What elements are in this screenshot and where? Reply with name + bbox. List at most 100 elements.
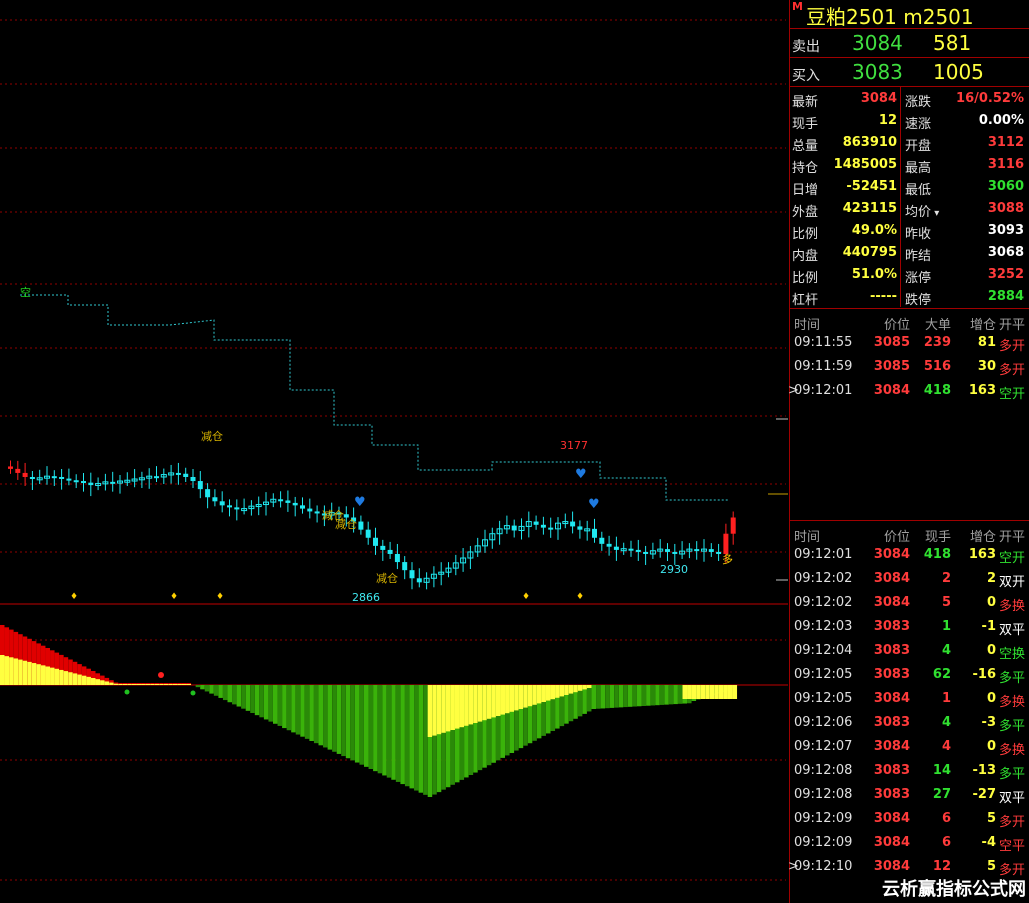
osc-bar-down xyxy=(222,685,228,701)
dropdown-caret-icon[interactable]: ▾ xyxy=(931,208,939,219)
candle-body xyxy=(285,500,291,503)
row-type: 多换 xyxy=(998,695,1025,710)
osc-bar-up xyxy=(159,684,164,685)
candle-body xyxy=(307,508,313,512)
candle-body xyxy=(723,533,729,554)
row-volume: 6 xyxy=(941,811,951,826)
row-price: 3084 xyxy=(873,547,910,562)
heart-icon: ♥ xyxy=(588,497,600,512)
stat-value: 3084 xyxy=(860,91,897,106)
instrument-title[interactable]: 豆粕2501 m2501 xyxy=(806,1,974,30)
candle-body xyxy=(402,562,408,571)
osc-bar-down xyxy=(614,685,619,708)
signal-diamond: ♦ xyxy=(170,592,178,602)
table-row[interactable]: 09:12:05 3083 62 -16 多平 xyxy=(790,663,1029,687)
market-flag: M xyxy=(792,0,803,13)
candle-body xyxy=(628,548,634,551)
osc-bar-down xyxy=(386,685,392,778)
row-volume: 4 xyxy=(941,643,951,658)
osc-bar-down xyxy=(477,685,483,722)
low-price-label: 2930 xyxy=(660,563,688,576)
osc-bar-down xyxy=(336,685,342,754)
high-price-label: 3177 xyxy=(560,439,588,452)
osc-bar-down xyxy=(582,685,587,690)
osc-bar-down xyxy=(664,685,669,705)
row-volume: 418 xyxy=(923,547,951,562)
sell-label: 卖出 xyxy=(792,39,820,55)
osc-bar-down xyxy=(573,685,578,693)
osc-bar-down xyxy=(700,685,706,699)
osc-bar-down xyxy=(687,685,692,699)
row-time: 09:12:06 xyxy=(794,715,853,730)
row-time: 09:12:09 xyxy=(794,835,853,850)
candle-body xyxy=(51,476,57,479)
stat-row: 比例 51.0% 涨停 3252 xyxy=(790,264,1029,286)
stat-label: 比例 xyxy=(792,271,819,286)
signal-dot xyxy=(190,690,196,696)
stat-value: 3088 xyxy=(987,201,1024,216)
table-row[interactable]: 09:11:55 3085 239 81 多开 xyxy=(790,331,1029,355)
stat-row: 总量 863910 开盘 3112 xyxy=(790,132,1029,154)
osc-bar-up xyxy=(122,684,128,685)
candlestick-chart-area[interactable]: ♦ ♦ ♦ ♦ ♦ 空减仓 减仓 减仓 减仓 3177 2866 2930 多 ♥ ♥ ♥ xyxy=(0,0,788,903)
signal-diamond: ♦ xyxy=(216,592,224,602)
candle-body xyxy=(613,546,619,550)
row-increase: 0 xyxy=(986,739,996,754)
row-increase: 81 xyxy=(977,335,996,350)
stat-value: 16/0.52% xyxy=(956,91,1024,106)
candle-body xyxy=(694,549,700,552)
osc-bar-down xyxy=(618,685,624,708)
table-row[interactable]: 09:12:08 3083 14 -13 多平 xyxy=(790,759,1029,783)
row-type: 多平 xyxy=(998,671,1025,686)
stat-label: 昨结 xyxy=(905,249,932,264)
candle-body xyxy=(409,570,415,579)
osc-bar-down xyxy=(277,685,283,726)
osc-bar-down xyxy=(718,685,724,699)
row-increase: 163 xyxy=(968,547,996,562)
kline-chart-svg[interactable]: ♦ ♦ ♦ ♦ ♦ 空减仓减仓减仓减仓317728662930多♥♥♥ xyxy=(0,0,788,903)
osc-bar-up xyxy=(163,684,169,685)
osc-bar-down xyxy=(677,685,683,704)
table-row[interactable]: 09:12:07 3084 4 0 多换 xyxy=(790,735,1029,759)
candle-body xyxy=(548,527,554,530)
short-signal-label: 空 xyxy=(20,285,31,299)
table-row[interactable]: 09:12:05 3084 1 0 多换 xyxy=(790,687,1029,711)
candle-body xyxy=(577,526,583,530)
row-time: 09:12:07 xyxy=(794,739,853,754)
osc-bar-down xyxy=(327,685,333,750)
candle-body xyxy=(592,528,597,538)
row-increase: 30 xyxy=(977,359,996,374)
osc-bar-up xyxy=(100,680,105,685)
table-row[interactable]: 09:12:08 3083 27 -27 双平 xyxy=(790,783,1029,807)
table-row[interactable]: 09:12:04 3083 4 0 空换 xyxy=(790,639,1029,663)
stat-row: 外盘 423115 均价 ▾ 3088 xyxy=(790,198,1029,220)
row-volume: 6 xyxy=(941,835,951,850)
osc-bar-down xyxy=(495,685,501,716)
table-row[interactable]: >09:12:01 3084 418 163 空开 xyxy=(788,379,1029,403)
table-row[interactable]: 09:12:03 3083 1 -1 双平 xyxy=(790,615,1029,639)
candle-body xyxy=(8,466,13,469)
table-row[interactable]: 09:12:02 3084 5 0 多换 xyxy=(790,591,1029,615)
row-volume: 1 xyxy=(941,619,951,634)
osc-bar-down xyxy=(596,685,601,709)
osc-bar-down xyxy=(259,685,264,718)
osc-bar-up xyxy=(91,678,96,685)
osc-bar-up xyxy=(136,684,141,685)
table-row[interactable]: 09:12:06 3083 4 -3 多平 xyxy=(790,711,1029,735)
osc-bar-down xyxy=(250,685,255,713)
osc-bar-down xyxy=(395,685,401,782)
stat-value: 3093 xyxy=(987,223,1024,238)
osc-bar-down xyxy=(568,685,574,694)
osc-bar-down xyxy=(709,685,715,699)
table-row[interactable]: 09:12:09 3084 6 5 多开 xyxy=(790,807,1029,831)
osc-bar-down xyxy=(659,685,665,705)
stat-value: 3112 xyxy=(987,135,1024,150)
table-row[interactable]: 09:12:02 3084 2 2 双开 xyxy=(790,567,1029,591)
osc-bar-up xyxy=(50,667,55,685)
low-price-label: 2866 xyxy=(352,591,380,604)
osc-bar-down xyxy=(627,685,633,707)
candle-body xyxy=(635,549,641,552)
table-row[interactable]: 09:11:59 3085 516 30 多开 xyxy=(790,355,1029,379)
table-row[interactable]: 09:12:09 3084 6 -4 空平 xyxy=(790,831,1029,855)
table-row[interactable]: 09:12:01 3084 418 163 空开 xyxy=(790,543,1029,567)
